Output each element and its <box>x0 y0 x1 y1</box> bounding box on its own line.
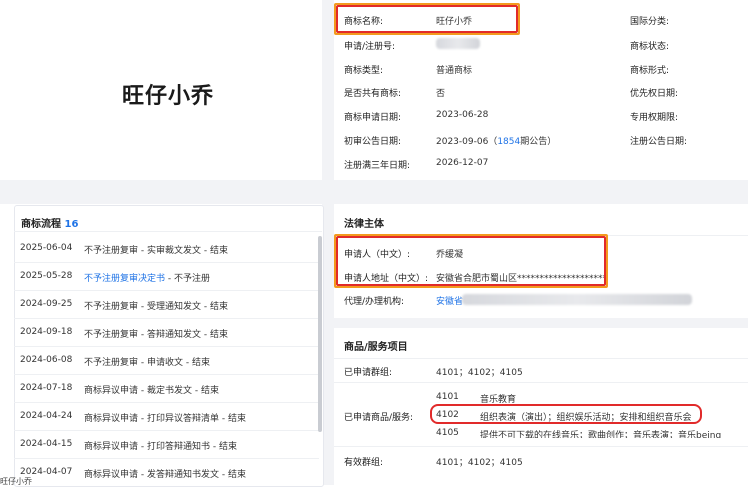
field-label-regno: 申请/注册号: <box>344 42 396 52</box>
flow-date: 2025-06-04 <box>20 243 73 253</box>
goods-divider <box>334 358 748 359</box>
goods-code: 4105 <box>436 428 459 438</box>
flow-desc-suffix: - 不予注册 <box>165 274 210 284</box>
flow-desc: 不予注册复审决定书 - 不予注册 <box>84 271 210 284</box>
field-value-3yr-date: 2026-12-07 <box>436 158 489 168</box>
flow-count: 16 <box>64 219 79 230</box>
flow-date: 2024-06-08 <box>20 355 73 365</box>
field-label-3yr-date: 注册满三年日期: <box>344 161 411 171</box>
field-value-prelim-date: 2023-09-06（1854期公告） <box>436 134 556 147</box>
field-value-shared: 否 <box>436 89 446 99</box>
flow-desc: 不予注册复审 - 申请收文 - 结束 <box>84 358 210 368</box>
field-label-shared: 是否共有商标: <box>344 89 402 99</box>
goods-code: 4101 <box>436 392 459 402</box>
items-label: 已申请商品/服务: <box>344 413 414 423</box>
highlight-goods-item <box>430 404 702 424</box>
flow-desc: 商标异议申请 - 打印答辩通知书 - 结束 <box>84 442 237 452</box>
flow-date: 2024-04-15 <box>20 439 73 449</box>
legal-title: 法律主体 <box>344 219 384 230</box>
highlight-name-inner <box>336 5 518 33</box>
flow-item: 2024-09-25 不予注册复审 - 受理通知发文 - 结束 <box>14 290 319 319</box>
section-gap <box>0 180 748 204</box>
flow-date: 2024-04-24 <box>20 411 73 421</box>
flow-item: 2024-06-08 不予注册复审 - 申请收文 - 结束 <box>14 346 319 375</box>
flow-desc: 不予注册复审 - 受理通知发文 - 结束 <box>84 302 228 312</box>
trademark-logo-panel: 旺仔小乔 <box>14 2 322 177</box>
field-label-prelim-date: 初审公告日期: <box>344 137 402 147</box>
flow-title: 商标流程 16 <box>21 215 78 230</box>
field-label-type: 商标类型: <box>344 66 384 76</box>
field-value-apply-date: 2023-06-28 <box>436 110 489 120</box>
flow-date: 2024-09-25 <box>20 299 73 309</box>
flow-item: 2025-05-28 不予注册复审决定书 - 不予注册 <box>14 262 319 291</box>
flow-desc: 商标异议申请 - 打印异议答辩清单 - 结束 <box>84 414 246 424</box>
goods-divider <box>334 382 748 383</box>
flow-date: 2024-09-18 <box>20 327 73 337</box>
field-label-reg-notice-date: 注册公告日期: <box>630 137 688 147</box>
agent-link[interactable]: 安徽省 <box>436 294 463 307</box>
redacted-agent <box>462 294 692 305</box>
flow-desc: 商标异议申请 - 裁定书发文 - 结束 <box>84 386 219 396</box>
prelim-date-text: 2023-09-06（ <box>436 137 498 147</box>
field-label-intl-class: 国际分类: <box>630 17 670 27</box>
flow-item: 2024-04-15 商标异议申请 - 打印答辩通知书 - 结束 <box>14 430 319 459</box>
field-label-priority-date: 优先权日期: <box>630 89 679 99</box>
footer-text: 旺仔小乔 <box>0 477 32 486</box>
flow-divider <box>14 231 322 232</box>
field-label-form: 商标形式: <box>630 66 670 76</box>
groups-label: 已申请群组: <box>344 368 393 378</box>
goods-title: 商品/服务项目 <box>344 342 408 353</box>
field-value-type: 普通商标 <box>436 66 473 76</box>
section-gap <box>334 318 748 328</box>
prelim-suffix-text: 期公告） <box>520 137 557 147</box>
flow-desc: 商标异议申请 - 发答辩通知书发文 - 结束 <box>84 470 246 480</box>
field-label-exclusive-term: 专用权期限: <box>630 113 679 123</box>
field-label-status: 商标状态: <box>630 42 670 52</box>
trademark-logo-text: 旺仔小乔 <box>121 83 214 109</box>
flow-title-text: 商标流程 <box>21 219 61 230</box>
flow-desc: 不予注册复审 - 答辩通知发文 - 结束 <box>84 330 228 340</box>
valid-groups-label: 有效群组: <box>344 458 384 468</box>
gazette-link[interactable]: 1854 <box>497 137 520 147</box>
agent-label: 代理/办理机构: <box>344 297 405 307</box>
review-decision-link[interactable]: 不予注册复审决定书 <box>84 274 165 284</box>
goods-item: 4101 音乐教育 <box>436 392 516 405</box>
flow-item: 2025-06-04 不予注册复审 - 实审裁文发文 - 结束 <box>14 234 319 263</box>
flow-date: 2024-07-18 <box>20 383 73 393</box>
goods-desc: 提供不可下载的在线音乐；歌曲创作；音乐表演；音乐being <box>480 431 722 438</box>
flow-desc: 不予注册复审 - 实审裁文发文 - 结束 <box>84 246 228 256</box>
field-label-apply-date: 商标申请日期: <box>344 113 402 123</box>
flow-item: 2024-09-18 不予注册复审 - 答辩通知发文 - 结束 <box>14 318 319 347</box>
valid-groups-value: 4101；4102；4105 <box>436 458 523 468</box>
highlight-applicant-inner <box>336 236 606 286</box>
redacted-regno <box>436 38 480 49</box>
flow-item: 2024-04-24 商标异议申请 - 打印异议答辩清单 - 结束 <box>14 402 319 431</box>
flow-scrollbar[interactable] <box>318 236 322 432</box>
flow-item: 2024-04-07 商标异议申请 - 发答辩通知书发文 - 结束 <box>14 458 319 486</box>
flow-item: 2024-07-18 商标异议申请 - 裁定书发文 - 结束 <box>14 374 319 403</box>
goods-item: 4105 提供不可下载的在线音乐；歌曲创作；音乐表演；音乐being <box>436 428 748 438</box>
goods-divider <box>334 446 748 447</box>
flow-date: 2025-05-28 <box>20 271 73 281</box>
groups-value: 4101；4102；4105 <box>436 368 523 378</box>
